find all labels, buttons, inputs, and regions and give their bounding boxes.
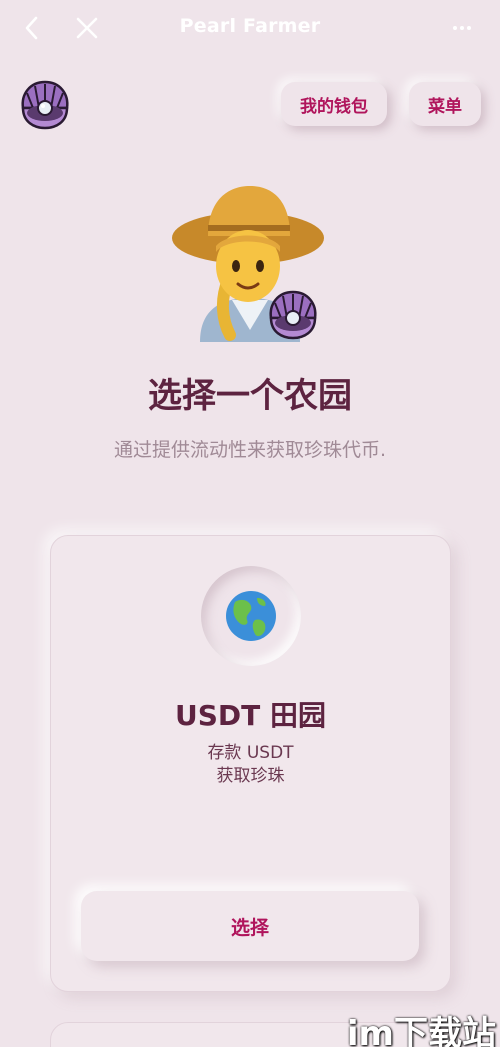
globe-icon-container xyxy=(201,566,301,666)
watermark-text: im下载站 xyxy=(346,1014,496,1047)
section-title: 选择一个农园 xyxy=(148,376,352,416)
top-nav-bar: Pearl Farmer xyxy=(0,0,500,56)
farmer-woman-with-oyster-icon xyxy=(170,180,330,342)
oyster-pearl-icon[interactable] xyxy=(18,78,72,132)
farm-description: 存款 USDT 获取珍珠 xyxy=(51,742,450,788)
farm-card-usdt: USDT 田园 存款 USDT 获取珍珠 选择 xyxy=(50,535,451,992)
globe-americas-icon xyxy=(226,591,276,641)
select-farm-button[interactable]: 选择 xyxy=(81,891,419,961)
my-wallet-button[interactable]: 我的钱包 xyxy=(281,82,387,126)
farm-desc-line1: 存款 USDT xyxy=(207,743,294,763)
farm-desc-line2: 获取珍珠 xyxy=(216,766,285,786)
menu-button[interactable]: 菜单 xyxy=(409,82,481,126)
more-horizontal-icon xyxy=(453,26,471,30)
section-subtitle: 通过提供流动性来获取珍珠代币. xyxy=(113,439,387,461)
page-title: Pearl Farmer xyxy=(179,15,321,37)
farm-name: USDT 田园 xyxy=(175,699,326,732)
more-button[interactable] xyxy=(446,14,478,42)
